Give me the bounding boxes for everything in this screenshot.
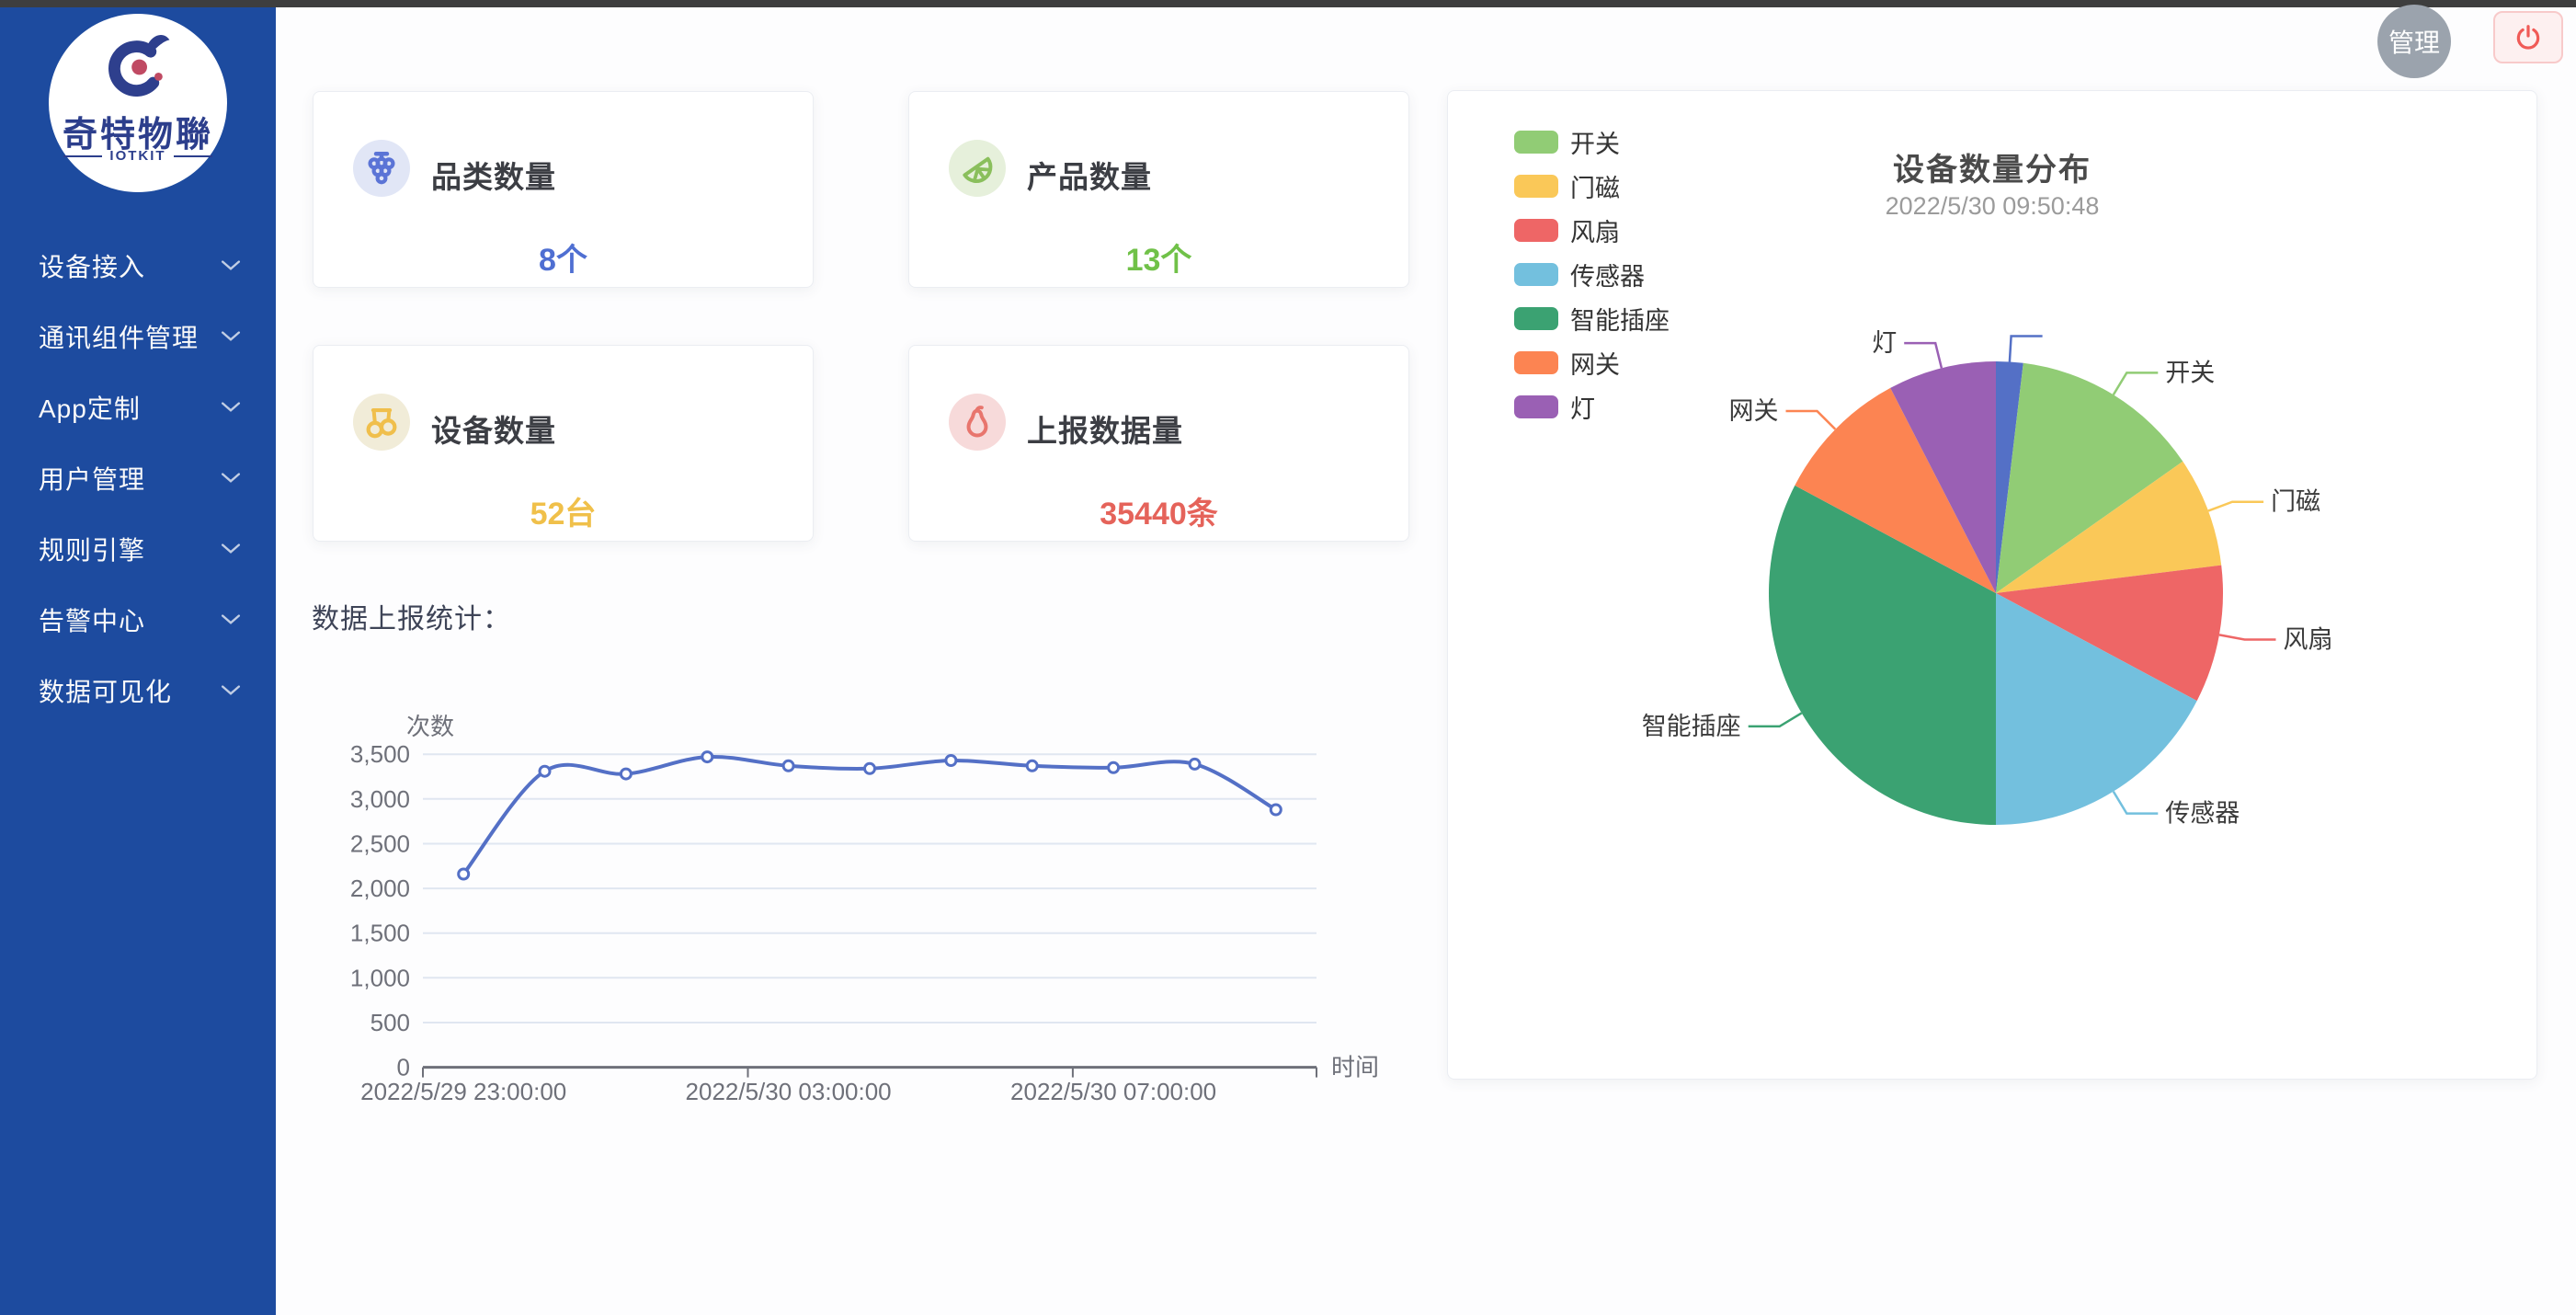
legend-item-switch[interactable]: 开关 bbox=[1514, 130, 1670, 154]
logo-swirl-icon bbox=[101, 30, 175, 104]
sidebar-menu: 设备接入 通讯组件管理 App定制 用户管理 规则引擎 告警中心 bbox=[0, 230, 276, 726]
svg-text:3,000: 3,000 bbox=[350, 785, 410, 813]
stat-card-category-count: 品类数量 8个 bbox=[313, 91, 814, 288]
sidebar-item-app-custom[interactable]: App定制 bbox=[0, 372, 276, 442]
legend-swatch bbox=[1514, 263, 1558, 286]
stat-card-title: 品类数量 bbox=[431, 153, 556, 197]
stat-card-value: 35440条 bbox=[909, 488, 1408, 533]
sidebar-item-device-access[interactable]: 设备接入 bbox=[0, 230, 276, 301]
svg-text:智能插座: 智能插座 bbox=[1642, 713, 1741, 740]
chevron-down-icon bbox=[221, 472, 241, 485]
svg-text:门磁: 门磁 bbox=[2271, 488, 2320, 516]
sidebar-item-comm-components[interactable]: 通讯组件管理 bbox=[0, 301, 276, 372]
chevron-down-icon bbox=[221, 684, 241, 697]
power-icon bbox=[2513, 23, 2543, 52]
chevron-down-icon bbox=[221, 259, 241, 272]
svg-text:2022/5/29 23:00:00: 2022/5/29 23:00:00 bbox=[360, 1078, 566, 1105]
logout-button[interactable] bbox=[2493, 11, 2563, 63]
logo-subtitle: IOTKIT bbox=[49, 148, 227, 164]
svg-text:1,000: 1,000 bbox=[350, 964, 410, 991]
sidebar-item-alert-center[interactable]: 告警中心 bbox=[0, 584, 276, 655]
pie-legend: 开关 门磁 风扇 传感器 智能插座 网关 灯 bbox=[1514, 130, 1670, 439]
line-chart-section-title: 数据上报统计： bbox=[312, 596, 511, 636]
stat-card-title: 上报数据量 bbox=[1027, 406, 1183, 451]
stat-card-title: 产品数量 bbox=[1027, 153, 1152, 197]
legend-swatch bbox=[1514, 395, 1558, 418]
stat-card-value: 8个 bbox=[313, 234, 813, 280]
svg-text:2,000: 2,000 bbox=[350, 875, 410, 902]
logo: 奇特物聯 IOTKIT bbox=[49, 14, 227, 192]
logo-rule-right bbox=[174, 155, 212, 157]
legend-item-gateway[interactable]: 网关 bbox=[1514, 350, 1670, 374]
legend-item-light[interactable]: 灯 bbox=[1514, 394, 1670, 418]
chevron-down-icon bbox=[221, 543, 241, 555]
line-series-markers bbox=[459, 752, 1282, 879]
legend-swatch bbox=[1514, 219, 1558, 242]
legend-item-fan[interactable]: 风扇 bbox=[1514, 218, 1670, 242]
logo-rule-left bbox=[63, 155, 102, 157]
svg-text:3,500: 3,500 bbox=[350, 740, 410, 768]
stat-card-report-count: 上报数据量 35440条 bbox=[908, 345, 1409, 542]
svg-text:灯: 灯 bbox=[1872, 329, 1897, 357]
stat-card-product-count: 产品数量 13个 bbox=[908, 91, 1409, 288]
svg-text:2022/5/30 03:00:00: 2022/5/30 03:00:00 bbox=[686, 1078, 892, 1105]
svg-text:500: 500 bbox=[370, 1009, 410, 1036]
svg-text:1,500: 1,500 bbox=[350, 920, 410, 947]
line-chart-gridlines bbox=[423, 754, 1316, 1023]
stat-card-title: 设备数量 bbox=[431, 406, 556, 451]
window-top-strip bbox=[0, 0, 2576, 7]
sidebar: 奇特物聯 IOTKIT 设备接入 通讯组件管理 App定制 用户管理 bbox=[0, 7, 276, 1315]
sidebar-item-data-visualization[interactable]: 数据可见化 bbox=[0, 655, 276, 726]
line-chart: 05001,0001,5002,0002,5003,0003,5002022/5… bbox=[303, 694, 1397, 1126]
svg-text:风扇: 风扇 bbox=[2284, 626, 2333, 654]
svg-text:2,500: 2,500 bbox=[350, 830, 410, 858]
svg-text:传感器: 传感器 bbox=[2165, 800, 2240, 828]
svg-text:开关: 开关 bbox=[2165, 359, 2215, 386]
stat-card-value: 52台 bbox=[313, 488, 813, 533]
dashboard-root: 奇特物聯 IOTKIT 设备接入 通讯组件管理 App定制 用户管理 bbox=[0, 0, 2576, 1315]
sidebar-item-rule-engine[interactable]: 规则引擎 bbox=[0, 513, 276, 584]
legend-item-door-magnet[interactable]: 门磁 bbox=[1514, 174, 1670, 198]
pear-icon bbox=[949, 394, 1006, 451]
svg-text:网关: 网关 bbox=[1729, 397, 1779, 425]
stat-card-value: 13个 bbox=[909, 234, 1408, 280]
legend-swatch bbox=[1514, 307, 1558, 330]
chevron-down-icon bbox=[221, 613, 241, 626]
stat-card-device-count: 设备数量 52台 bbox=[313, 345, 814, 542]
sidebar-item-user-management[interactable]: 用户管理 bbox=[0, 442, 276, 513]
cherry-icon bbox=[353, 394, 410, 451]
legend-swatch bbox=[1514, 351, 1558, 374]
legend-swatch bbox=[1514, 131, 1558, 154]
legend-item-sensor[interactable]: 传感器 bbox=[1514, 262, 1670, 286]
pie-slices bbox=[1769, 361, 2223, 825]
legend-item-smart-socket[interactable]: 智能插座 bbox=[1514, 306, 1670, 330]
grape-icon bbox=[353, 140, 410, 197]
legend-swatch bbox=[1514, 175, 1558, 198]
svg-text:2022/5/30 07:00:00: 2022/5/30 07:00:00 bbox=[1010, 1078, 1216, 1105]
chevron-down-icon bbox=[221, 330, 241, 343]
avatar[interactable]: 管理 bbox=[2377, 5, 2451, 78]
svg-text:次数: 次数 bbox=[406, 713, 454, 740]
svg-text:时间: 时间 bbox=[1331, 1054, 1379, 1081]
chevron-down-icon bbox=[221, 401, 241, 414]
pie-chart-card: 设备数量分布 2022/5/30 09:50:48 开关门磁风扇传感器智能插座网… bbox=[1447, 90, 2537, 1080]
lemon-icon bbox=[949, 140, 1006, 197]
